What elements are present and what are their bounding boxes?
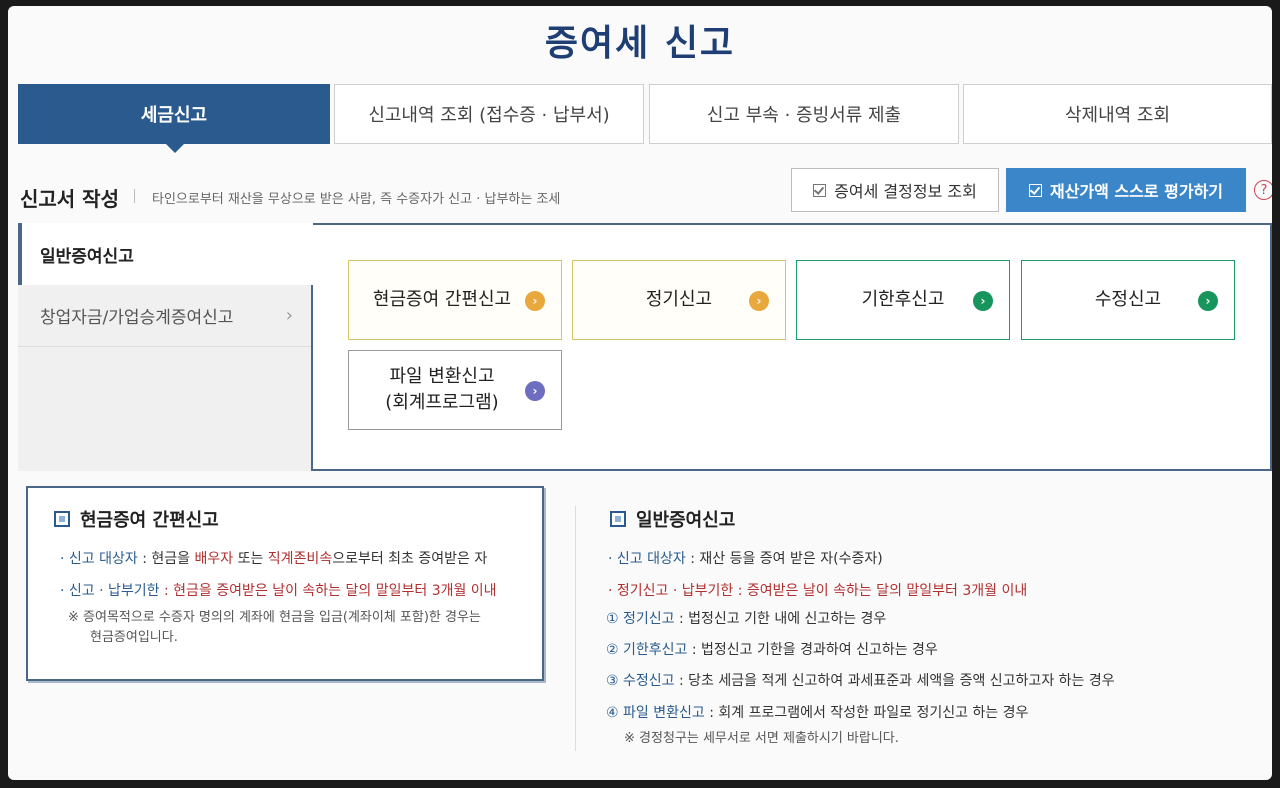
square-bullet-icon bbox=[610, 511, 626, 527]
tab-deleted-history[interactable]: 삭제내역 조회 bbox=[963, 84, 1272, 144]
help-icon[interactable]: ? bbox=[1254, 180, 1272, 200]
tab-label: 신고 부속 · 증빙서류 제출 bbox=[706, 105, 902, 126]
card-amended-filing[interactable]: 수정신고 › bbox=[1021, 260, 1235, 340]
square-bullet-icon bbox=[54, 511, 70, 527]
highlight: : 현금을 증여받은 날이 속하는 달의 말일부터 3개월 이내 bbox=[159, 583, 497, 599]
arrow-right-circle-icon: › bbox=[973, 291, 993, 311]
label-key: · 신고 대상자 bbox=[60, 551, 138, 567]
button-label: 증여세 결정정보 조회 bbox=[834, 182, 977, 201]
item-key: 수정신고 bbox=[623, 673, 675, 689]
item-text: : 법정신고 기한을 경과하여 신고하는 경우 bbox=[687, 642, 938, 658]
card-late-filing[interactable]: 기한후신고 › bbox=[796, 260, 1010, 340]
label-key: · 신고 대상자 bbox=[608, 551, 686, 567]
sidebar-item-general-gift[interactable]: 일반증여신고 bbox=[18, 223, 313, 285]
sidebar-item-label: 창업자금/가업승계증여신고 bbox=[40, 308, 234, 328]
active-tab-pointer bbox=[166, 144, 184, 153]
highlight: 배우자 bbox=[194, 551, 234, 567]
tab-label: 삭제내역 조회 bbox=[1064, 105, 1171, 126]
item-number: ③ bbox=[606, 673, 619, 689]
card-label: 정기신고 bbox=[645, 289, 713, 310]
item-number: ② bbox=[606, 642, 619, 658]
highlight: : 증여받은 날이 속하는 달의 말일부터 3개월 이내 bbox=[733, 583, 1028, 599]
card-label: 파일 변환신고 (회계프로그램) bbox=[385, 364, 498, 416]
card-label: 수정신고 bbox=[1094, 289, 1162, 310]
cash-box-note: ※ 증여목적으로 수증자 명의의 계좌에 현금을 입금(계좌이체 포함)한 경우… bbox=[68, 608, 481, 648]
arrow-right-circle-icon: › bbox=[525, 381, 545, 401]
label-key: · 정기신고 · 납부기한 bbox=[608, 583, 734, 599]
page-title: 증여세 신고 bbox=[544, 23, 736, 64]
card-cash-simple-filing[interactable]: 현금증여 간편신고 › bbox=[348, 260, 562, 340]
arrow-right-circle-icon: › bbox=[1198, 291, 1218, 311]
section-title: 신고서 작성 bbox=[20, 187, 119, 211]
button-label: 재산가액 스스로 평가하기 bbox=[1049, 182, 1224, 201]
general-box-heading: 일반증여신고 bbox=[610, 506, 735, 532]
sidebar-item-startup-succession[interactable]: 창업자금/가업승계증여신고 › bbox=[18, 285, 311, 347]
card-file-conversion-filing[interactable]: 파일 변환신고 (회계프로그램) › bbox=[348, 350, 562, 430]
item-text: : 당초 세금을 적게 신고하여 과세표준과 세액을 증액 신고하고자 하는 경… bbox=[674, 673, 1115, 689]
tab-filing-history[interactable]: 신고내역 조회 (접수증 · 납부서) bbox=[334, 84, 644, 144]
item-key: 파일 변환신고 bbox=[623, 705, 705, 721]
item-key: 정기신고 bbox=[623, 611, 675, 627]
card-label-line1: 파일 변환신고 bbox=[389, 366, 495, 387]
highlight: 직계존비속 bbox=[267, 551, 333, 567]
note-line2: 현금증여입니다. bbox=[90, 630, 178, 645]
text: : 현금을 bbox=[137, 551, 195, 567]
checkbox-icon bbox=[1028, 183, 1042, 197]
section-description: 타인으로부터 재산을 무상으로 받은 사람, 즉 수증자가 신고 · 납부하는 … bbox=[152, 192, 561, 207]
window-frame: 증여세 신고 세금신고 신고내역 조회 (접수증 · 납부서) 신고 부속 · … bbox=[8, 6, 1272, 780]
self-evaluate-property-button[interactable]: 재산가액 스스로 평가하기 bbox=[1006, 168, 1246, 212]
general-box-note: ※ 경정청구는 세무서로 서면 제출하시기 바랍니다. bbox=[624, 731, 899, 746]
text: : 재산 등을 증여 받은 자(수증자) bbox=[685, 551, 883, 567]
item-text: : 법정신고 기한 내에 신고하는 경우 bbox=[674, 611, 887, 627]
card-label: 기한후신고 bbox=[861, 289, 945, 310]
vertical-divider bbox=[575, 506, 576, 751]
sidebar-item-label: 일반증여신고 bbox=[40, 246, 134, 267]
general-box-item-3: ③ 수정신고 : 당초 세금을 적게 신고하여 과세표준과 세액을 증액 신고하… bbox=[606, 670, 1115, 690]
gift-tax-decision-lookup-button[interactable]: 증여세 결정정보 조회 bbox=[791, 168, 999, 212]
tab-tax-filing[interactable]: 세금신고 bbox=[18, 84, 330, 144]
card-label-line2: (회계프로그램) bbox=[385, 392, 499, 413]
card-label: 현금증여 간편신고 bbox=[372, 289, 512, 310]
arrow-right-circle-icon: › bbox=[749, 291, 769, 311]
cash-box-title: 현금증여 간편신고 bbox=[80, 510, 219, 531]
general-box-item-4: ④ 파일 변환신고 : 회계 프로그램에서 작성한 파일로 정기신고 하는 경우 bbox=[606, 702, 1028, 722]
tab-label: 세금신고 bbox=[140, 105, 208, 126]
sidebar-inactive-area: 창업자금/가업승계증여신고 › bbox=[18, 285, 313, 471]
item-key: 기한후신고 bbox=[623, 642, 688, 658]
item-number: ① bbox=[606, 611, 619, 627]
chevron-right-icon: › bbox=[285, 305, 293, 326]
checkbox-icon bbox=[813, 183, 827, 197]
general-box-item-1: ① 정기신고 : 법정신고 기한 내에 신고하는 경우 bbox=[606, 608, 886, 628]
page-content: 증여세 신고 세금신고 신고내역 조회 (접수증 · 납부서) 신고 부속 · … bbox=[8, 6, 1272, 780]
card-regular-filing[interactable]: 정기신고 › bbox=[572, 260, 786, 340]
general-box-item-2: ② 기한후신고 : 법정신고 기한을 경과하여 신고하는 경우 bbox=[606, 639, 938, 659]
tab-attachments[interactable]: 신고 부속 · 증빙서류 제출 bbox=[649, 84, 959, 144]
general-box-deadline-line: · 정기신고 · 납부기한 : 증여받은 날이 속하는 달의 말일부터 3개월 … bbox=[608, 580, 1027, 600]
cash-box-heading: 현금증여 간편신고 bbox=[54, 506, 219, 532]
cash-box-target-line: · 신고 대상자 : 현금을 배우자 또는 직계존비속으로부터 최초 증여받은 … bbox=[60, 548, 487, 568]
general-box-title: 일반증여신고 bbox=[636, 510, 736, 531]
note-line1: ※ 증여목적으로 수증자 명의의 계좌에 현금을 입금(계좌이체 포함)한 경우… bbox=[68, 610, 481, 625]
arrow-right-circle-icon: › bbox=[525, 291, 545, 311]
item-text: : 회계 프로그램에서 작성한 파일로 정기신고 하는 경우 bbox=[704, 705, 1029, 721]
section-separator bbox=[134, 189, 135, 203]
label-key: · 신고 · 납부기한 bbox=[60, 583, 160, 599]
text: 또는 bbox=[233, 551, 268, 567]
tab-label: 신고내역 조회 (접수증 · 납부서) bbox=[368, 105, 610, 126]
text: 으로부터 최초 증여받은 자 bbox=[332, 551, 488, 567]
general-box-target-line: · 신고 대상자 : 재산 등을 증여 받은 자(수증자) bbox=[608, 548, 883, 568]
item-number: ④ bbox=[606, 705, 619, 721]
cash-box-deadline-line: · 신고 · 납부기한 : 현금을 증여받은 날이 속하는 달의 말일부터 3개… bbox=[60, 580, 497, 600]
